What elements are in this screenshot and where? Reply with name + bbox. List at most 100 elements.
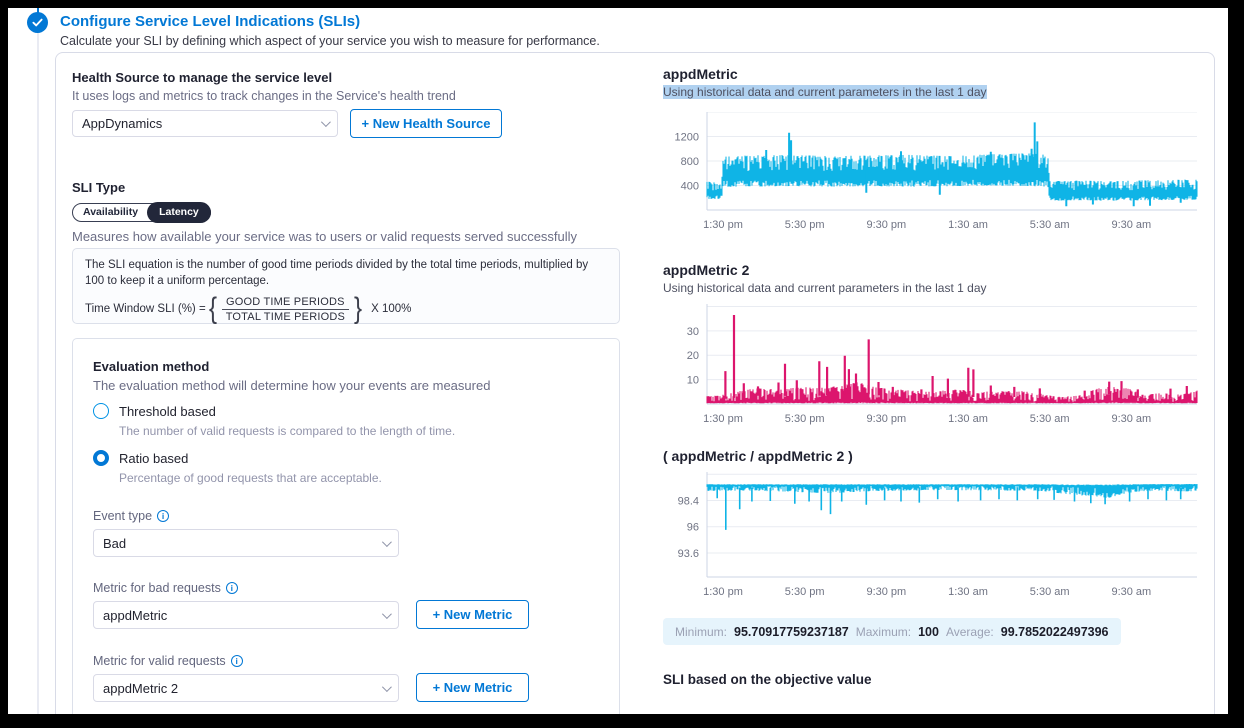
page: Configure Service Level Indications (SLI… — [8, 8, 1228, 714]
svg-text:93.6: 93.6 — [678, 548, 699, 560]
health-source-description: It uses logs and metrics to track change… — [72, 89, 456, 103]
svg-text:800: 800 — [681, 156, 699, 168]
equation-fraction: GOOD TIME PERIODS TOTAL TIME PERIODS — [222, 296, 349, 323]
valid-metric-select[interactable]: appdMetric 2 — [93, 674, 399, 702]
svg-text:5:30 am: 5:30 am — [1030, 219, 1070, 231]
sli-type-label: SLI Type — [72, 180, 125, 195]
svg-text:9:30 pm: 9:30 pm — [866, 413, 906, 425]
svg-text:20: 20 — [687, 350, 699, 362]
minimum-label: Minimum: — [675, 625, 727, 639]
sli-type-pill-latency[interactable]: Latency — [147, 202, 211, 223]
step-complete-check-icon — [27, 12, 48, 33]
sli-equation-text: The SLI equation is the number of good t… — [85, 258, 607, 289]
chevron-down-icon — [382, 609, 392, 619]
equation-rhs: X 100% — [371, 303, 411, 315]
event-type-select-value: Bad — [103, 536, 126, 551]
info-icon[interactable]: i — [231, 655, 243, 667]
ratio-based-label: Ratio based — [119, 451, 188, 466]
svg-text:1:30 pm: 1:30 pm — [703, 413, 743, 425]
svg-text:9:30 pm: 9:30 pm — [866, 586, 906, 598]
sli-type-toggle: Availability Latency — [72, 203, 211, 222]
chart1-appdmetric: 400 800 1200 1:30 pm 5:30 pm 9:30 pm 1:30 am 5:… — [663, 112, 1201, 241]
bad-metric-select[interactable]: appdMetric — [93, 601, 399, 629]
valid-metric-label: Metric for valid requests i — [93, 654, 243, 668]
chart2-title: appdMetric 2 — [663, 262, 749, 278]
new-health-source-button[interactable]: + New Health Source — [350, 109, 502, 138]
left-brace: { — [209, 294, 217, 324]
svg-text:5:30 am: 5:30 am — [1030, 413, 1070, 425]
maximum-value: 100 — [918, 625, 939, 639]
bad-metric-label-text: Metric for bad requests — [93, 581, 221, 595]
health-source-select-value: AppDynamics — [82, 116, 162, 131]
svg-text:400: 400 — [681, 181, 699, 193]
evaluation-method-description: The evaluation method will determine how… — [93, 378, 490, 393]
ratio-stats-bar: Minimum: 95.70917759237187 Maximum: 100 … — [663, 618, 1121, 645]
svg-text:30: 30 — [687, 326, 699, 338]
new-bad-metric-button[interactable]: + New Metric — [416, 600, 529, 629]
chart3-title: ( appdMetric / appdMetric 2 ) — [663, 448, 853, 464]
equation-lhs: Time Window SLI (%) = — [85, 303, 206, 315]
sli-equation-formula: Time Window SLI (%) = { GOOD TIME PERIOD… — [85, 294, 607, 324]
svg-text:5:30 pm: 5:30 pm — [785, 586, 825, 598]
svg-text:1:30 am: 1:30 am — [948, 586, 988, 598]
ratio-based-helper: Percentage of good requests that are acc… — [119, 471, 382, 485]
svg-text:1:30 am: 1:30 am — [948, 413, 988, 425]
threshold-based-radio[interactable] — [93, 403, 109, 419]
svg-text:5:30 am: 5:30 am — [1030, 586, 1070, 598]
denominator-rest: TIME PERIODS — [261, 311, 345, 323]
sli-type-description: Measures how available your service was … — [72, 229, 577, 244]
svg-text:98.4: 98.4 — [678, 495, 699, 507]
bad-metric-label: Metric for bad requests i — [93, 581, 238, 595]
health-source-label: Health Source to manage the service leve… — [72, 70, 332, 85]
svg-text:10: 10 — [687, 375, 699, 387]
health-source-select[interactable]: AppDynamics — [72, 110, 338, 137]
threshold-based-label: Threshold based — [119, 404, 216, 419]
svg-text:5:30 pm: 5:30 pm — [785, 413, 825, 425]
sli-type-pill-availability[interactable]: Availability — [73, 203, 148, 222]
svg-text:9:30 pm: 9:30 pm — [866, 219, 906, 231]
sli-form-column: Health Source to manage the service leve… — [72, 52, 627, 714]
sli-objective-label: SLI based on the objective value — [663, 672, 872, 687]
svg-text:9:30 am: 9:30 am — [1111, 586, 1151, 598]
maximum-label: Maximum: — [856, 625, 911, 639]
chevron-down-icon — [382, 682, 392, 692]
valid-metric-label-text: Metric for valid requests — [93, 654, 226, 668]
numerator-rest: TIME PERIODS — [260, 296, 344, 308]
right-brace: } — [354, 294, 362, 324]
event-type-label: Event type i — [93, 509, 169, 523]
ratio-based-radio[interactable] — [93, 450, 109, 466]
chart3-ratio: 93.6 96 98.4 1:30 pm 5:30 pm 9:30 pm 1:30 am 5:… — [663, 472, 1201, 608]
svg-text:96: 96 — [687, 522, 699, 534]
chart2-subtitle: Using historical data and current parame… — [663, 281, 987, 295]
chart2-appdmetric2: 10 20 30 1:30 pm 5:30 pm 9:30 pm 1:30 am 5:30 a… — [663, 304, 1201, 435]
stepper-connector-line — [37, 8, 39, 714]
chart1-subtitle: Using historical data and current parame… — [663, 85, 987, 99]
sli-equation-box: The SLI equation is the number of good t… — [72, 248, 620, 324]
evaluation-method-label: Evaluation method — [93, 359, 209, 374]
new-valid-metric-button[interactable]: + New Metric — [416, 673, 529, 702]
svg-text:9:30 am: 9:30 am — [1111, 219, 1151, 231]
total-term: TOTAL — [226, 311, 261, 323]
chart1-title: appdMetric — [663, 66, 738, 82]
chart-preview-column: appdMetric Using historical data and cur… — [663, 52, 1203, 714]
page-title: Configure Service Level Indications (SLI… — [60, 13, 360, 30]
average-label: Average: — [946, 625, 994, 639]
info-icon[interactable]: i — [157, 510, 169, 522]
good-term: GOOD — [226, 296, 260, 308]
threshold-based-helper: The number of valid requests is compared… — [119, 424, 455, 438]
info-icon[interactable]: i — [226, 582, 238, 594]
svg-text:1:30 pm: 1:30 pm — [703, 586, 743, 598]
minimum-value: 95.70917759237187 — [734, 625, 849, 639]
chevron-down-icon — [321, 117, 331, 127]
evaluation-method-box: Evaluation method The evaluation method … — [72, 338, 620, 714]
svg-text:1:30 pm: 1:30 pm — [703, 219, 743, 231]
event-type-select[interactable]: Bad — [93, 529, 399, 557]
svg-text:1200: 1200 — [675, 132, 699, 144]
svg-text:5:30 pm: 5:30 pm — [785, 219, 825, 231]
valid-metric-select-value: appdMetric 2 — [103, 681, 178, 696]
svg-text:1:30 am: 1:30 am — [948, 219, 988, 231]
svg-text:9:30 am: 9:30 am — [1111, 413, 1151, 425]
chevron-down-icon — [382, 537, 392, 547]
event-type-label-text: Event type — [93, 509, 152, 523]
bad-metric-select-value: appdMetric — [103, 608, 167, 623]
